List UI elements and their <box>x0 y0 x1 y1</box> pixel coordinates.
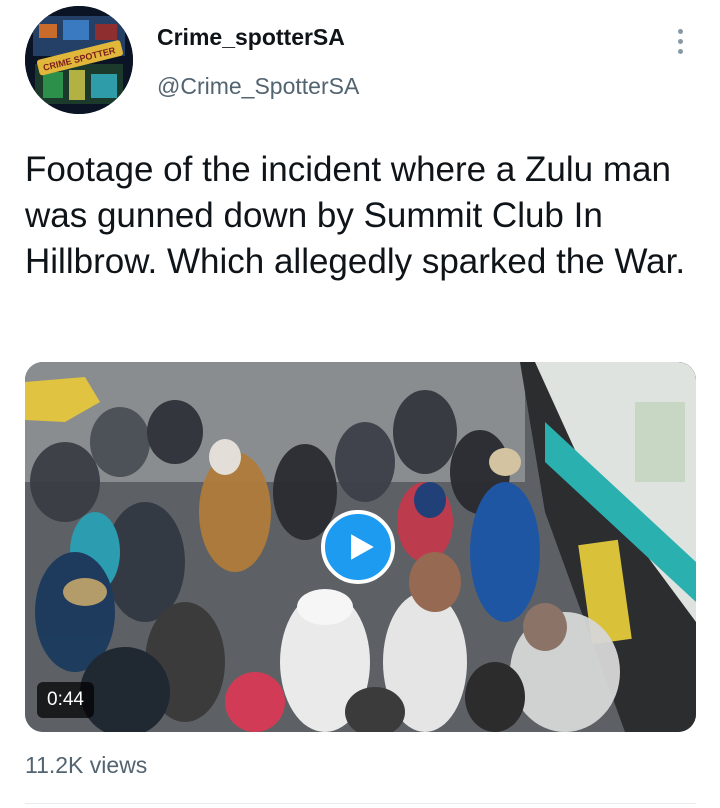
play-button[interactable] <box>321 510 395 584</box>
view-count: 11.2K views <box>25 752 148 778</box>
divider <box>25 803 696 804</box>
video-player[interactable]: 0:44 <box>25 362 696 732</box>
more-dot <box>677 38 683 44</box>
author-handle[interactable]: @Crime_SpotterSA <box>157 73 359 100</box>
video-duration-badge: 0:44 <box>37 682 94 718</box>
author-display-name[interactable]: Crime_spotterSA <box>157 24 345 51</box>
author-avatar[interactable]: CRIME SPOTTER <box>25 6 133 114</box>
more-vertical-icon <box>677 28 683 34</box>
avatar-logo-image: CRIME SPOTTER <box>25 6 133 114</box>
tweet-text: Footage of the incident where a Zulu man… <box>25 150 686 281</box>
more-options-button[interactable] <box>664 24 696 58</box>
more-dot <box>677 48 683 54</box>
play-icon <box>351 534 374 560</box>
